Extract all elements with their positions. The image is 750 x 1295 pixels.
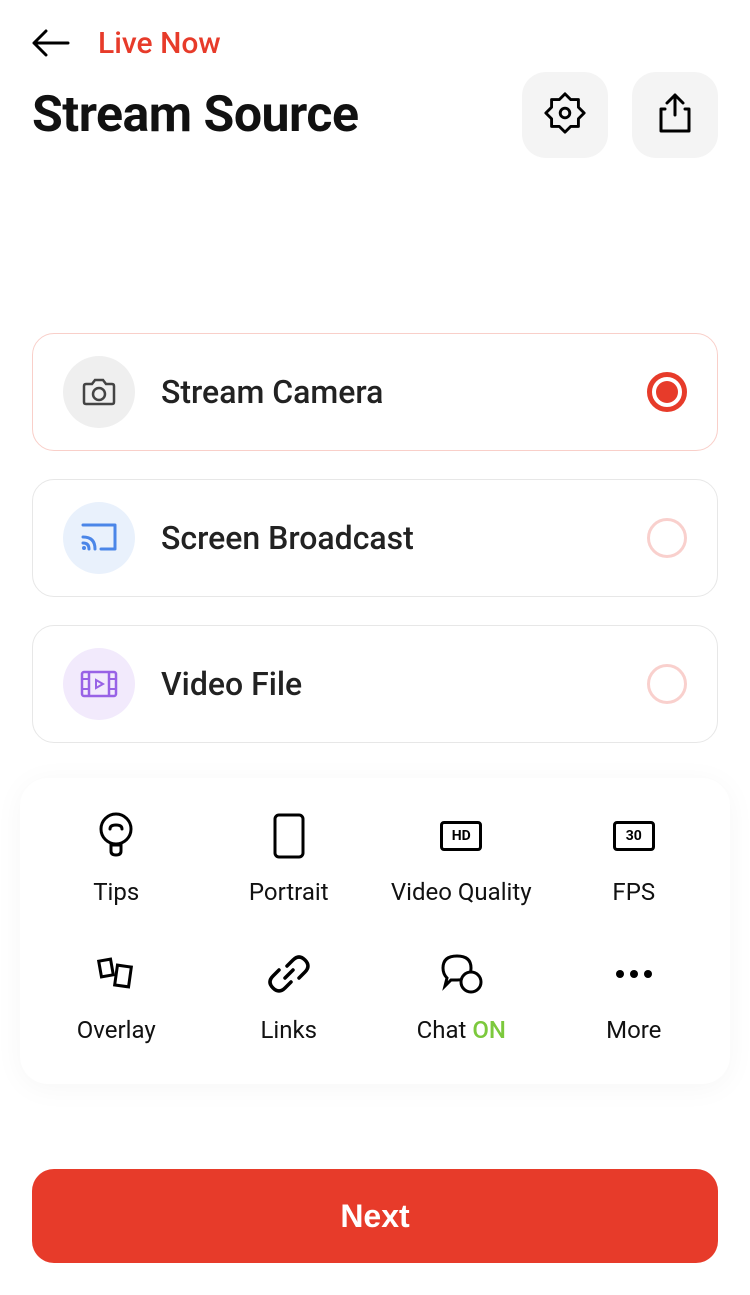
settings-button[interactable] [522, 72, 608, 158]
grid-label: FPS [612, 878, 655, 906]
grid-more[interactable]: More [548, 950, 721, 1044]
tips-icon [92, 812, 140, 860]
share-icon [655, 91, 695, 139]
grid-chat[interactable]: Chat ON [375, 950, 548, 1044]
option-stream-camera[interactable]: Stream Camera [32, 333, 718, 451]
grid-label: Tips [93, 878, 139, 906]
grid-video-quality[interactable]: HD Video Quality [375, 812, 548, 906]
radio-selected[interactable] [647, 372, 687, 412]
grid-fps[interactable]: 30 FPS [548, 812, 721, 906]
live-now-link[interactable]: Live Now [98, 26, 221, 61]
back-button[interactable] [32, 24, 70, 62]
grid-label: Portrait [249, 878, 329, 906]
grid-label: Chat ON [417, 1016, 506, 1044]
more-icon [610, 950, 658, 998]
chat-icon [437, 950, 485, 998]
grid-links[interactable]: Links [203, 950, 376, 1044]
grid-overlay[interactable]: Overlay [30, 950, 203, 1044]
grid-label: More [606, 1016, 661, 1044]
hd-icon: HD [437, 812, 485, 860]
fps-icon: 30 [610, 812, 658, 860]
grid-label: Overlay [77, 1016, 156, 1044]
portrait-icon [265, 812, 313, 860]
share-button[interactable] [632, 72, 718, 158]
option-label: Stream Camera [161, 373, 647, 411]
video-file-icon [63, 648, 135, 720]
grid-portrait[interactable]: Portrait [203, 812, 376, 906]
chat-status: ON [472, 1016, 506, 1044]
radio-unselected[interactable] [647, 518, 687, 558]
option-video-file[interactable]: Video File [32, 625, 718, 743]
option-screen-broadcast[interactable]: Screen Broadcast [32, 479, 718, 597]
option-label: Screen Broadcast [161, 519, 647, 557]
link-icon [265, 950, 313, 998]
gear-icon [542, 90, 588, 140]
radio-unselected[interactable] [647, 664, 687, 704]
grid-tips[interactable]: Tips [30, 812, 203, 906]
option-label: Video File [161, 665, 647, 703]
page-title: Stream Source [32, 86, 358, 144]
settings-panel: Tips Portrait HD Video Quality 30 FPS Ov… [20, 778, 730, 1084]
cast-icon [63, 502, 135, 574]
next-button[interactable]: Next [32, 1169, 718, 1263]
grid-label: Video Quality [391, 878, 532, 906]
camera-icon [63, 356, 135, 428]
overlay-icon [92, 950, 140, 998]
grid-label: Links [260, 1016, 317, 1044]
